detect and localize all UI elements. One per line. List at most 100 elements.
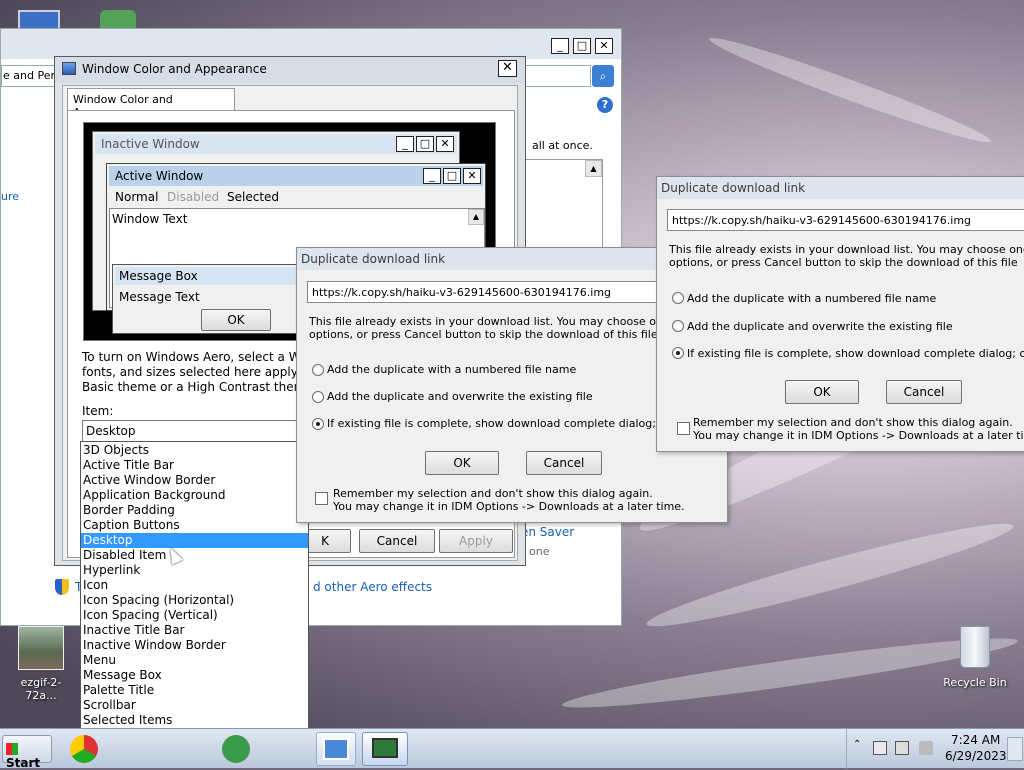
dup2-option-complete[interactable]: If existing file is complete, show downl…: [687, 347, 1024, 360]
gif-file-label: ezgif-2-72a...: [20, 676, 62, 702]
tab-window-color-appearance[interactable]: Window Color and Appearance: [67, 88, 235, 119]
item-option[interactable]: Border Padding: [81, 503, 308, 518]
inactive-close-icon: ✕: [436, 136, 454, 152]
dup1-option-complete-radio[interactable]: [312, 418, 324, 430]
item-option[interactable]: Palette Title: [81, 683, 308, 698]
bg-scroll-up-icon[interactable]: ▲: [585, 160, 602, 177]
item-dropdown-list[interactable]: 3D Objects Active Title Bar Active Window …: [80, 441, 309, 728]
network-warning-icon[interactable]: [873, 741, 887, 755]
dup1-option-overwrite[interactable]: Add the duplicate and overwrite the exis…: [327, 390, 593, 403]
dup2-ok-button[interactable]: OK: [785, 380, 859, 404]
personalization-titlebar: [1, 29, 621, 59]
item-option[interactable]: Selected Items: [81, 713, 308, 728]
clock-time[interactable]: 7:24 AM: [951, 733, 1000, 747]
message-text: Message Text: [119, 290, 200, 304]
cancel-button[interactable]: Cancel: [359, 529, 435, 553]
dup2-option-overwrite-radio[interactable]: [672, 320, 684, 332]
dup2-remember-line1[interactable]: Remember my selection and don't show thi…: [693, 416, 1013, 429]
message-box-title: Message Box: [119, 269, 198, 283]
gif-thumbnail-icon: [18, 626, 64, 670]
clock-date[interactable]: 6/29/2023: [945, 749, 1007, 763]
item-option[interactable]: Message Box: [81, 668, 308, 683]
item-option[interactable]: Disabled Item: [81, 548, 308, 563]
active-minimize-icon: _: [423, 168, 441, 184]
preview-ok-button: OK: [201, 309, 271, 331]
dup1-message-line2: options, or press Cancel button to skip …: [309, 328, 658, 341]
recycle-bin-glyph-icon: [960, 626, 990, 668]
minimize-button[interactable]: _: [551, 38, 569, 54]
dup2-message-line2: options, or press Cancel button to skip …: [669, 256, 1018, 269]
item-option[interactable]: Menu: [81, 653, 308, 668]
show-desktop-button[interactable]: [1007, 737, 1023, 761]
dup2-option-overwrite[interactable]: Add the duplicate and overwrite the exis…: [687, 320, 953, 333]
taskbar: Start ⌃ 7:24 AM 6/29/2023: [0, 728, 1024, 770]
recycle-bin-label: Recycle Bin: [943, 676, 1007, 689]
action-center-icon[interactable]: [895, 741, 909, 755]
display-settings-taskbar-icon[interactable]: [362, 732, 408, 766]
item-option[interactable]: Icon Spacing (Horizontal): [81, 593, 308, 608]
help-icon[interactable]: ?: [597, 97, 613, 113]
maximize-button[interactable]: □: [573, 38, 591, 54]
item-select[interactable]: Desktop: [82, 420, 298, 442]
close-button[interactable]: ✕: [595, 38, 613, 54]
window-text: Window Text: [112, 212, 188, 226]
active-window-title: Active Window: [115, 169, 204, 183]
dup1-remember-checkbox[interactable]: [315, 492, 328, 505]
screen-saver-link[interactable]: en Saver: [521, 525, 574, 539]
active-maximize-icon: □: [443, 168, 461, 184]
dup2-option-complete-radio[interactable]: [672, 347, 684, 359]
apply-button: Apply: [439, 529, 513, 553]
dup1-message-line1: This file already exists in your downloa…: [309, 315, 706, 328]
dup2-url-field[interactable]: https://k.copy.sh/haiku-v3-629145600-630…: [667, 209, 1024, 231]
dup2-title: Duplicate download link: [657, 177, 1024, 199]
control-panel-taskbar-icon[interactable]: [316, 732, 356, 766]
item-option[interactable]: Inactive Window Border: [81, 638, 308, 653]
dup2-option-numbered[interactable]: Add the duplicate with a numbered file n…: [687, 292, 936, 305]
item-option[interactable]: Active Title Bar: [81, 458, 308, 473]
item-option[interactable]: Desktop: [81, 533, 308, 548]
aero-effects-link[interactable]: d other Aero effects: [313, 580, 432, 594]
dup2-remember-checkbox[interactable]: [677, 422, 690, 435]
dup1-cancel-button[interactable]: Cancel: [526, 451, 602, 475]
left-nav-link[interactable]: ure: [1, 190, 19, 203]
item-label: Item:: [82, 404, 114, 418]
chrome-taskbar-icon[interactable]: [70, 735, 98, 763]
item-option[interactable]: Caption Buttons: [81, 518, 308, 533]
item-option[interactable]: Hyperlink: [81, 563, 308, 578]
show-hidden-icons-chevron-icon[interactable]: ⌃: [853, 739, 861, 750]
item-option[interactable]: Icon: [81, 578, 308, 593]
start-button[interactable]: Start: [2, 735, 52, 770]
recycle-bin-icon[interactable]: Recycle Bin: [940, 626, 1010, 689]
active-close-icon: ✕: [463, 168, 481, 184]
volume-muted-icon[interactable]: [919, 741, 933, 755]
gif-file-icon[interactable]: ezgif-2-72a...: [6, 626, 76, 702]
desktop: _ □ ✕ ⌕ ? e and Pers ure all at once. ▲ …: [0, 0, 1024, 728]
item-option[interactable]: Icon Spacing (Vertical): [81, 608, 308, 623]
item-option[interactable]: Active Window Border: [81, 473, 308, 488]
left-nav-text[interactable]: e and Pers: [3, 69, 61, 82]
windows-logo-icon: [6, 743, 18, 755]
dup2-cancel-button[interactable]: Cancel: [886, 380, 962, 404]
dup1-option-numbered-radio[interactable]: [312, 364, 324, 376]
appearance-title: Window Color and Appearance: [82, 62, 267, 76]
screen-saver-value: one: [529, 545, 550, 558]
dup1-option-overwrite-radio[interactable]: [312, 391, 324, 403]
menu-selected: Selected: [227, 190, 280, 204]
appearance-close-button[interactable]: ✕: [498, 60, 517, 77]
item-option[interactable]: Scrollbar: [81, 698, 308, 713]
search-icon[interactable]: ⌕: [592, 65, 614, 87]
appearance-app-icon: [62, 62, 76, 75]
inactive-window-title: Inactive Window: [101, 137, 200, 151]
notification-area: ⌃ 7:24 AM 6/29/2023: [846, 729, 1024, 769]
all-at-once-text: all at once.: [532, 139, 593, 152]
menu-disabled: Disabled: [167, 190, 220, 204]
inactive-minimize-icon: _: [396, 136, 414, 152]
item-option[interactable]: 3D Objects: [81, 443, 308, 458]
dup2-option-numbered-radio[interactable]: [672, 292, 684, 304]
dup1-remember-line1[interactable]: Remember my selection and don't show thi…: [333, 487, 653, 500]
item-option[interactable]: Application Background: [81, 488, 308, 503]
dup1-option-numbered[interactable]: Add the duplicate with a numbered file n…: [327, 363, 576, 376]
item-option[interactable]: Inactive Title Bar: [81, 623, 308, 638]
taskbar-app-green-icon[interactable]: [222, 735, 250, 763]
dup1-ok-button[interactable]: OK: [425, 451, 499, 475]
